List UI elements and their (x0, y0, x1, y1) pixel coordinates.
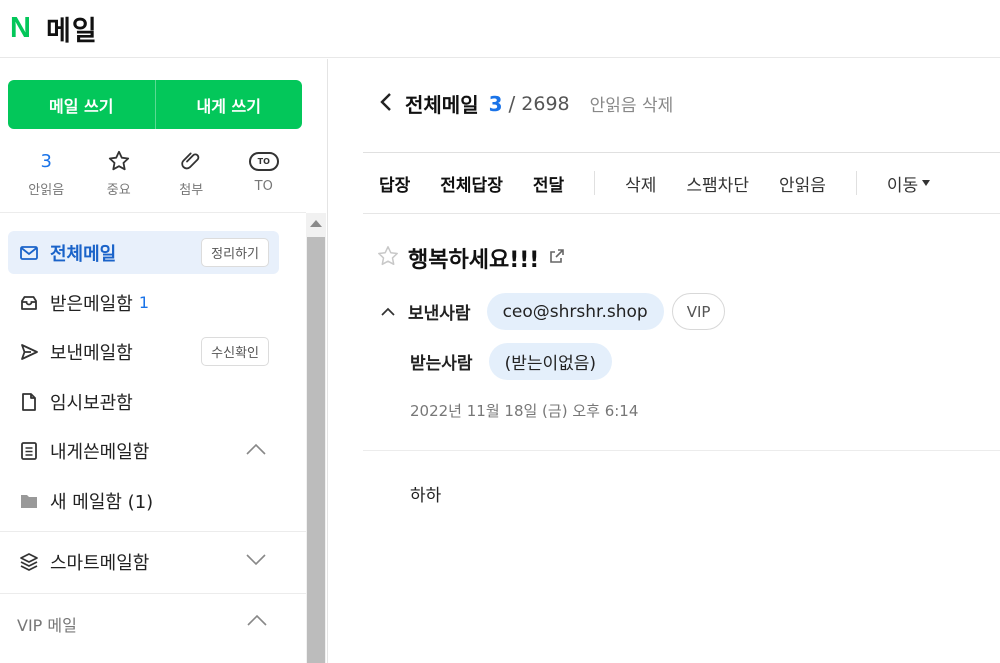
naver-logo[interactable]: N (10, 12, 38, 45)
scroll-up-icon[interactable] (310, 220, 322, 227)
scrollbar-thumb[interactable] (307, 237, 325, 663)
toolbar-divider (855, 171, 857, 195)
document-icon (18, 391, 40, 413)
divider (0, 531, 306, 532)
folder-label: 스마트메일함 (50, 552, 150, 574)
folder-all-mail[interactable]: 전체메일 정리하기 (8, 231, 279, 274)
write-mail-button[interactable]: 메일 쓰기 (8, 80, 155, 129)
delete-unread-button[interactable]: 안읽음 삭제 (590, 91, 674, 116)
layers-icon (18, 551, 40, 573)
folder-label: 전체메일 (50, 243, 117, 265)
folder-new-mailbox[interactable]: 새 메일함 (1) (8, 479, 279, 522)
total-count: 2698 (521, 92, 570, 115)
breadcrumb: 전체메일 3 / 2698 안읽음 삭제 (379, 89, 673, 118)
envelope-icon (18, 242, 40, 264)
reply-all-button[interactable]: 전체답장 (440, 171, 503, 196)
quick-filter-label: TO (254, 179, 273, 194)
delete-button[interactable]: 삭제 (625, 171, 656, 196)
divider (0, 593, 306, 594)
star-icon[interactable] (376, 244, 400, 272)
folder-self-sent[interactable]: 내게쓴메일함 (8, 429, 279, 472)
inbox-icon (18, 292, 40, 314)
block-spam-button[interactable]: 스팸차단 (686, 171, 749, 196)
quick-filter-label: 중요 (106, 183, 131, 198)
count-separator: / (508, 91, 516, 116)
caret-down-icon (922, 180, 931, 186)
quick-filter-important[interactable]: 중요 (83, 147, 156, 199)
write-to-self-button[interactable]: 내게 쓰기 (156, 80, 303, 129)
list-document-icon (18, 440, 40, 462)
send-icon (18, 341, 40, 363)
mail-body: 하하 (410, 486, 442, 506)
sidebar: 메일 쓰기 내게 쓰기 3 안읽음 중요 첨부 TO TO 전체메일 정리하기 … (0, 59, 328, 663)
paperclip-icon (181, 152, 200, 170)
unread-count[interactable]: 3 (489, 92, 503, 116)
folder-label: 새 메일함 (1) (50, 491, 154, 513)
sender-label: 보낸사람 (408, 304, 471, 324)
folder-smart-mailbox[interactable]: 스마트메일함 (8, 540, 279, 583)
mail-view: 전체메일 3 / 2698 안읽음 삭제 답장 전체답장 전달 삭제 스팸차단 … (329, 59, 1000, 663)
mail-subject-row: 행복하세요!!! (376, 242, 565, 274)
quick-filter-to[interactable]: TO TO (228, 147, 301, 199)
folder-icon (18, 490, 40, 512)
recipient-row: 받는사람 (받는이없음) (410, 343, 613, 380)
folder-drafts[interactable]: 임시보관함 (8, 380, 279, 423)
organize-button[interactable]: 정리하기 (201, 238, 269, 267)
mark-unread-button[interactable]: 안읽음 (779, 171, 826, 196)
folder-title: 전체메일 (405, 93, 479, 117)
chevron-down-icon[interactable] (245, 552, 267, 571)
recipient-label: 받는사람 (410, 354, 473, 374)
folder-inbox[interactable]: 받은메일함 1 (8, 281, 279, 324)
quick-filter-label: 안읽음 (28, 183, 65, 198)
quick-filter-attachment[interactable]: 첨부 (155, 147, 228, 199)
recipient-chip[interactable]: (받는이없음) (488, 343, 613, 380)
chevron-up-icon[interactable] (245, 441, 267, 460)
inbox-unread-count: 1 (138, 293, 149, 312)
unread-count: 3 (40, 150, 52, 172)
sender-row: 보낸사람 ceo@shrshr.shop VIP (380, 293, 726, 330)
mail-toolbar: 답장 전체답장 전달 삭제 스팸차단 안읽음 이동 (363, 152, 1000, 214)
folder-list: 전체메일 정리하기 받은메일함 1 보낸메일함 수신확인 임시보관함 내게쓴메일… (0, 213, 306, 663)
folder-label: 내게쓴메일함 (50, 441, 150, 463)
vip-button[interactable]: VIP (671, 293, 726, 330)
folder-label: 임시보관함 (50, 392, 133, 414)
mail-subject: 행복하세요!!! (408, 248, 540, 273)
open-new-window-icon[interactable] (549, 248, 565, 268)
sender-address-chip[interactable]: ceo@shrshr.shop (486, 293, 664, 330)
read-receipt-button[interactable]: 수신확인 (201, 337, 269, 366)
quick-filter-unread[interactable]: 3 안읽음 (10, 147, 83, 199)
divider (363, 450, 1000, 451)
folder-label: 보낸메일함 (50, 342, 133, 364)
reply-button[interactable]: 답장 (379, 171, 410, 196)
folder-label: 받은메일함 (50, 293, 133, 315)
back-arrow-icon[interactable] (379, 92, 393, 116)
toolbar-divider (594, 171, 596, 195)
move-label: 이동 (886, 175, 919, 196)
chevron-up-icon[interactable] (246, 612, 268, 631)
to-icon: TO (248, 151, 279, 171)
move-dropdown[interactable]: 이동 (886, 171, 931, 196)
quick-filters: 3 안읽음 중요 첨부 TO TO (10, 147, 300, 199)
star-icon (108, 150, 129, 171)
forward-button[interactable]: 전달 (533, 171, 564, 196)
compose-button-group: 메일 쓰기 내게 쓰기 (8, 80, 302, 129)
vip-mail-section[interactable]: VIP 메일 (17, 612, 77, 636)
quick-filter-label: 첨부 (179, 183, 204, 198)
chevron-up-icon[interactable] (380, 307, 396, 317)
folder-sent[interactable]: 보낸메일함 수신확인 (8, 330, 279, 373)
app-title[interactable]: 메일 (46, 9, 98, 48)
mail-date: 2022년 11월 18일 (금) 오후 6:14 (410, 402, 639, 420)
scrollbar[interactable] (306, 213, 326, 663)
top-bar: N 메일 (0, 0, 1000, 58)
